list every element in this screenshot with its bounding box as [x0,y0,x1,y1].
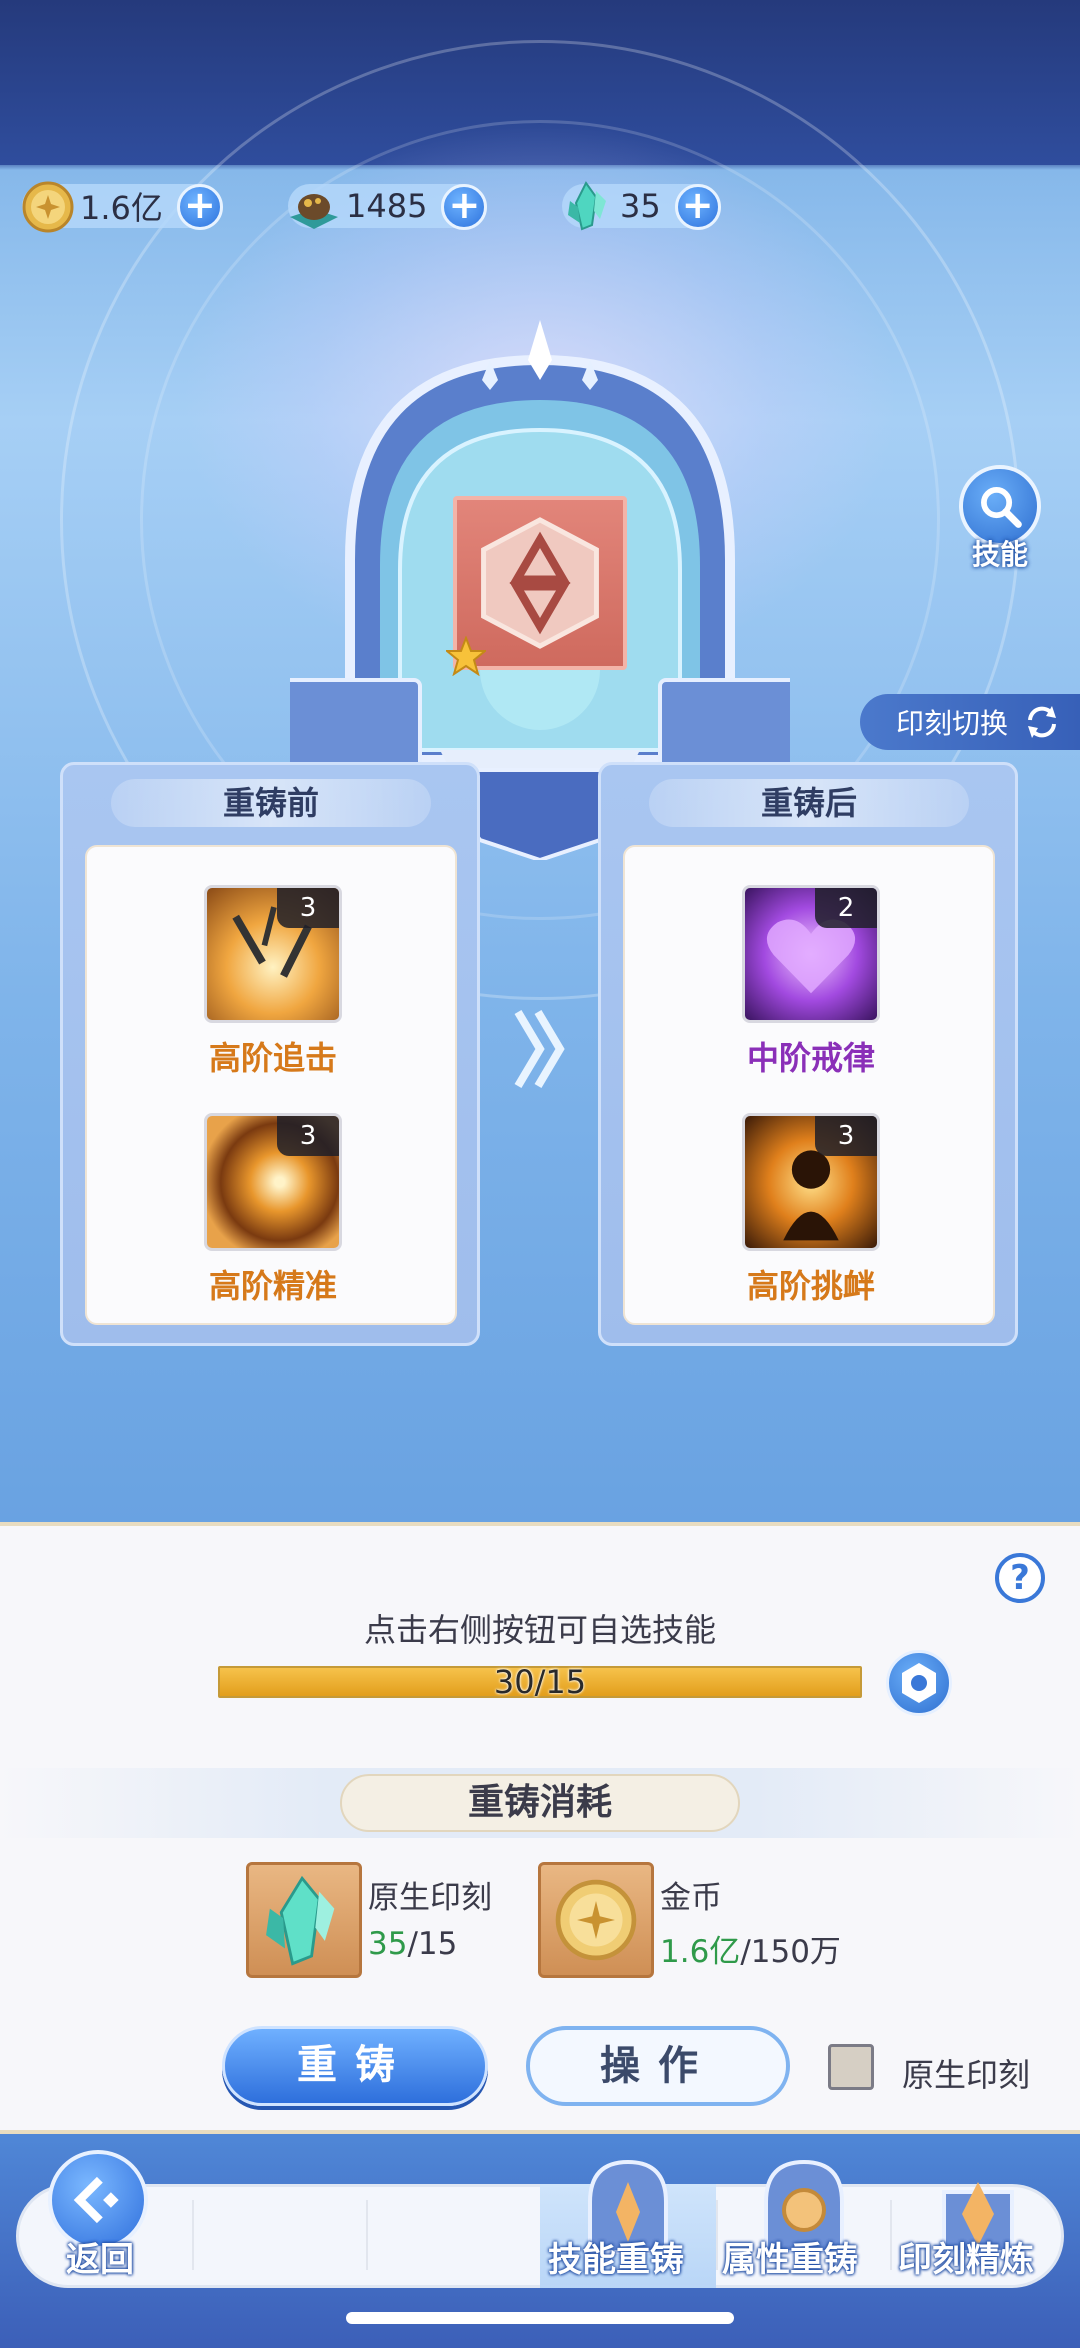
native-seal-checkbox[interactable] [828,2044,874,2090]
help-button[interactable]: ? [995,1553,1045,1603]
before-panel: 重铸前 3 高阶追击 3 高阶精准 [60,762,480,1346]
skill-name: 高阶精准 [208,1267,337,1305]
after-panel: 重铸后 2 中阶戒律 3 高阶挑衅 [598,762,1018,1346]
skill-level: 3 [277,888,339,928]
tab-skill-reforge[interactable]: 技能重铸 [548,2232,684,2281]
skill-slot[interactable]: 2 中阶戒律 [625,885,997,1085]
cost-have: 1.6亿 [660,1934,741,1970]
home-indicator[interactable] [346,2312,734,2324]
cost-need: /15 [407,1926,458,1962]
nav-divider [192,2200,194,2270]
daggers-icon: 3 [204,885,342,1023]
nav-divider [716,2200,718,2270]
cost-name: 原生印刻 [368,1880,492,1916]
cost-value: 1.6亿/150万 [660,1926,841,1971]
reforge-button[interactable]: 重铸 [222,2026,488,2106]
cost-title: 重铸消耗 [340,1774,740,1832]
operate-button[interactable]: 操作 [526,2026,790,2106]
gold-coin-icon [22,181,74,233]
skill-slot[interactable]: 3 高阶追击 [87,885,459,1085]
skill-level: 2 [815,888,877,928]
crystal-icon [568,181,606,231]
nav-divider [890,2200,892,2270]
currency-crystal: 35 + [562,178,721,234]
cost-need: /150万 [740,1934,841,1970]
add-crystal-button[interactable]: + [674,184,721,230]
nav-divider [366,2200,368,2270]
crystal-value: 35 [620,187,661,225]
taunt-figure-icon: 3 [742,1113,880,1251]
currency-gold: 1.6亿 + [22,178,223,234]
magnifier-icon [981,487,1022,528]
gold-value: 1.6亿 [80,189,163,227]
cost-name: 金币 [660,1880,722,1916]
skill-slot[interactable]: 3 高阶挑衅 [625,1113,997,1313]
skill-name: 高阶追击 [208,1039,337,1077]
before-title: 重铸前 [111,779,431,827]
refresh-icon [1028,706,1057,738]
star-icon [446,636,486,676]
progress-text: 30/15 [493,1663,587,1701]
back-label: 返回 [66,2240,134,2280]
double-chevron-icon [514,1009,565,1089]
currency-ore: 1485 + [288,178,488,234]
cost-have: 35 [368,1926,408,1962]
skill-name: 中阶戒律 [746,1039,875,1077]
skill-view-label: 技能 [971,538,1028,571]
cost-item-gold [538,1862,654,1978]
hint-text: 点击右侧按钮可自选技能 [363,1611,716,1649]
skill-slot[interactable]: 3 高阶精准 [87,1113,459,1313]
after-skill-list: 2 中阶戒律 3 高阶挑衅 [623,845,995,1325]
before-skill-list: 3 高阶追击 3 高阶精准 [85,845,457,1325]
select-skill-button[interactable] [886,1650,952,1716]
after-title: 重铸后 [649,779,969,827]
heart-icon: 2 [742,885,880,1023]
add-ore-button[interactable]: + [441,184,488,230]
native-seal-checkbox-label: 原生印刻 [902,2056,1031,2094]
gear-icon [902,1663,936,1703]
skill-level: 3 [277,1116,339,1156]
tab-seal-refine[interactable]: 印刻精炼 [898,2232,1034,2281]
cost-value: 35/15 [368,1926,457,1962]
ore-pile-icon [290,194,338,229]
skill-level: 3 [815,1116,877,1156]
skill-view-button[interactable]: 技能 [955,465,1045,575]
crystal-icon [266,1875,335,1966]
skill-name: 高阶挑衅 [746,1267,875,1305]
tab-attribute-reforge[interactable]: 属性重铸 [722,2232,858,2281]
cost-item-crystal [246,1862,362,1978]
vortex-icon: 3 [204,1113,342,1251]
seal-switch-label: 印刻切换 [896,707,1009,740]
seal-switch-button[interactable]: 印刻切换 [860,694,1080,750]
ore-value: 1485 [346,187,428,225]
gold-coin-icon [555,1879,637,1961]
add-gold-button[interactable]: + [176,184,223,230]
